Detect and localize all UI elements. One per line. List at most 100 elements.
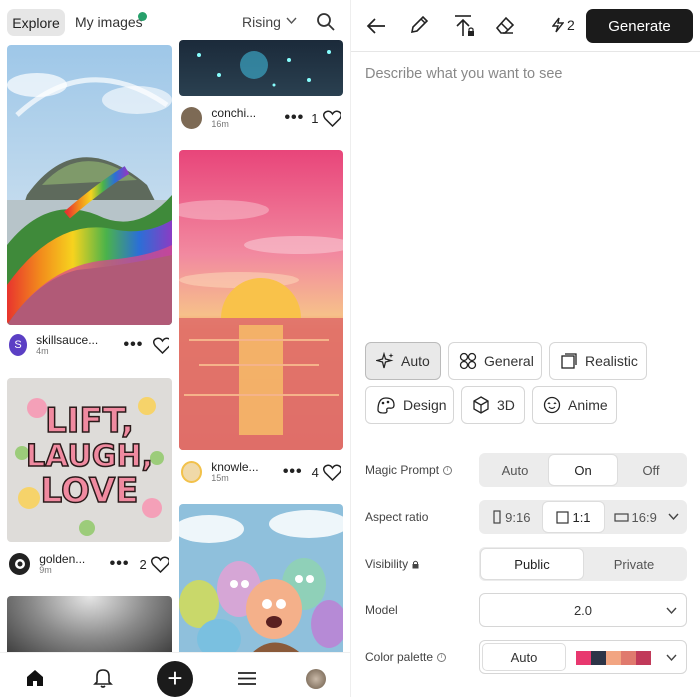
portrait-ratio-icon <box>493 510 501 524</box>
style-chip-3d[interactable]: 3D <box>461 386 525 424</box>
photo-icon <box>561 353 577 369</box>
feed-image-monsters[interactable] <box>179 504 343 656</box>
tab-my-images[interactable]: My images <box>75 14 143 30</box>
heart-icon[interactable] <box>322 464 341 481</box>
magic-prompt-label: Magic Prompt i <box>365 463 453 477</box>
feed-image-cave[interactable] <box>179 40 343 96</box>
feed-image-rainbow-path[interactable] <box>7 45 172 325</box>
eraser-icon[interactable] <box>495 15 515 35</box>
poster-text: LIFT, LAUGH, LOVE <box>25 401 153 511</box>
prompt-input[interactable]: Describe what you want to see <box>365 66 562 82</box>
like-count: 2 <box>139 556 147 572</box>
heart-icon[interactable] <box>153 337 169 354</box>
post-time: 15m <box>211 473 229 483</box>
style-chip-auto[interactable]: Auto <box>365 342 441 380</box>
new-indicator-badge <box>138 12 147 21</box>
style-label: 3D <box>497 397 515 413</box>
username[interactable]: conchi... <box>211 107 284 119</box>
back-arrow-icon[interactable] <box>366 17 386 35</box>
style-label: Design <box>403 397 447 413</box>
style-label: General <box>484 353 534 369</box>
aspect-9-16[interactable]: 9:16 <box>481 502 543 532</box>
square-ratio-icon <box>556 510 570 524</box>
chevron-down-icon <box>666 607 677 615</box>
landscape-ratio-icon <box>613 512 629 522</box>
style-label: Auto <box>401 353 430 369</box>
lock-icon <box>412 560 419 568</box>
visibility-toggle: Public Private <box>479 547 687 581</box>
feed-image-sunset[interactable] <box>179 150 343 450</box>
more-options-icon[interactable]: ••• <box>284 109 304 127</box>
aspect-ratio-selector: 9:16 1:1 16:9 <box>479 500 687 534</box>
color-swatch <box>576 651 591 665</box>
feed-image-lift-laugh-love[interactable]: LIFT, LAUGH, LOVE <box>7 378 172 542</box>
model-value: 2.0 <box>573 602 593 618</box>
more-options-icon[interactable]: ••• <box>110 555 130 573</box>
explore-feed-panel: Explore My images Rising S skillsauce...… <box>0 0 350 697</box>
style-chip-realistic[interactable]: Realistic <box>549 342 647 380</box>
visibility-label: Visibility <box>365 557 419 571</box>
cube-icon <box>473 396 489 414</box>
visibility-private[interactable]: Private <box>583 549 685 579</box>
home-icon[interactable] <box>25 669 45 687</box>
sort-dropdown[interactable]: Rising <box>242 14 281 30</box>
avatar[interactable] <box>181 107 203 129</box>
sparkle-icon <box>376 352 394 369</box>
feed-image-partial[interactable] <box>7 596 172 656</box>
bell-icon[interactable] <box>93 668 113 689</box>
editor-toolbar: 2 Generate <box>351 0 700 52</box>
post-time: 16m <box>211 119 229 129</box>
model-label: Model <box>365 603 398 617</box>
pencil-icon[interactable] <box>409 15 429 35</box>
like-count: 1 <box>311 110 319 126</box>
color-swatches[interactable] <box>576 651 651 665</box>
username[interactable]: knowle... <box>211 461 283 473</box>
profile-avatar[interactable] <box>306 669 326 689</box>
more-options-icon[interactable]: ••• <box>283 463 303 481</box>
credits-count: 2 <box>567 17 575 33</box>
aspect-16-9[interactable]: 16:9 <box>604 502 666 532</box>
avatar[interactable] <box>9 553 31 575</box>
color-palette-selector: Auto <box>479 640 687 674</box>
menu-icon[interactable] <box>237 671 257 686</box>
info-icon[interactable]: i <box>443 465 453 475</box>
face-icon <box>543 396 561 414</box>
grid-icon <box>459 352 477 370</box>
heart-icon[interactable] <box>150 556 170 573</box>
style-chip-anime[interactable]: Anime <box>532 386 617 424</box>
color-swatch <box>636 651 651 665</box>
color-palette-label: Color palette i <box>365 650 447 664</box>
visibility-public[interactable]: Public <box>481 549 583 579</box>
chevron-down-icon[interactable] <box>668 513 679 521</box>
card-meta-row: conchi... 16m ••• 1 <box>181 107 341 129</box>
color-swatch <box>591 651 606 665</box>
magic-prompt-on[interactable]: On <box>549 455 617 485</box>
aspect-1-1[interactable]: 1:1 <box>542 502 605 532</box>
username[interactable]: golden... <box>39 553 106 565</box>
magic-prompt-auto[interactable]: Auto <box>481 455 549 485</box>
avatar[interactable]: S <box>9 334 28 356</box>
chevron-down-icon[interactable] <box>286 17 297 25</box>
avatar[interactable] <box>181 461 203 483</box>
aspect-ratio-label: Aspect ratio <box>365 510 429 524</box>
post-time: 9m <box>39 565 52 575</box>
color-swatch <box>606 651 621 665</box>
generate-panel: 2 Generate Describe what you want to see… <box>350 0 700 697</box>
username[interactable]: skillsauce... <box>36 334 110 346</box>
search-icon[interactable] <box>316 12 336 32</box>
color-palette-auto[interactable]: Auto <box>482 643 566 671</box>
credits-indicator: 2 <box>552 17 575 33</box>
chevron-down-icon[interactable] <box>666 654 677 662</box>
info-icon[interactable]: i <box>437 652 447 662</box>
heart-icon[interactable] <box>322 110 342 127</box>
magic-prompt-off[interactable]: Off <box>617 455 685 485</box>
feed-top-bar: Explore My images Rising <box>0 0 350 44</box>
create-button[interactable]: + <box>157 661 193 697</box>
style-chip-general[interactable]: General <box>448 342 542 380</box>
more-options-icon[interactable]: ••• <box>124 336 144 354</box>
tab-explore[interactable]: Explore <box>7 9 65 36</box>
generate-button[interactable]: Generate <box>586 9 693 43</box>
style-chip-design[interactable]: Design <box>365 386 454 424</box>
upload-locked-icon[interactable] <box>453 14 475 38</box>
model-dropdown[interactable]: 2.0 <box>479 593 687 627</box>
